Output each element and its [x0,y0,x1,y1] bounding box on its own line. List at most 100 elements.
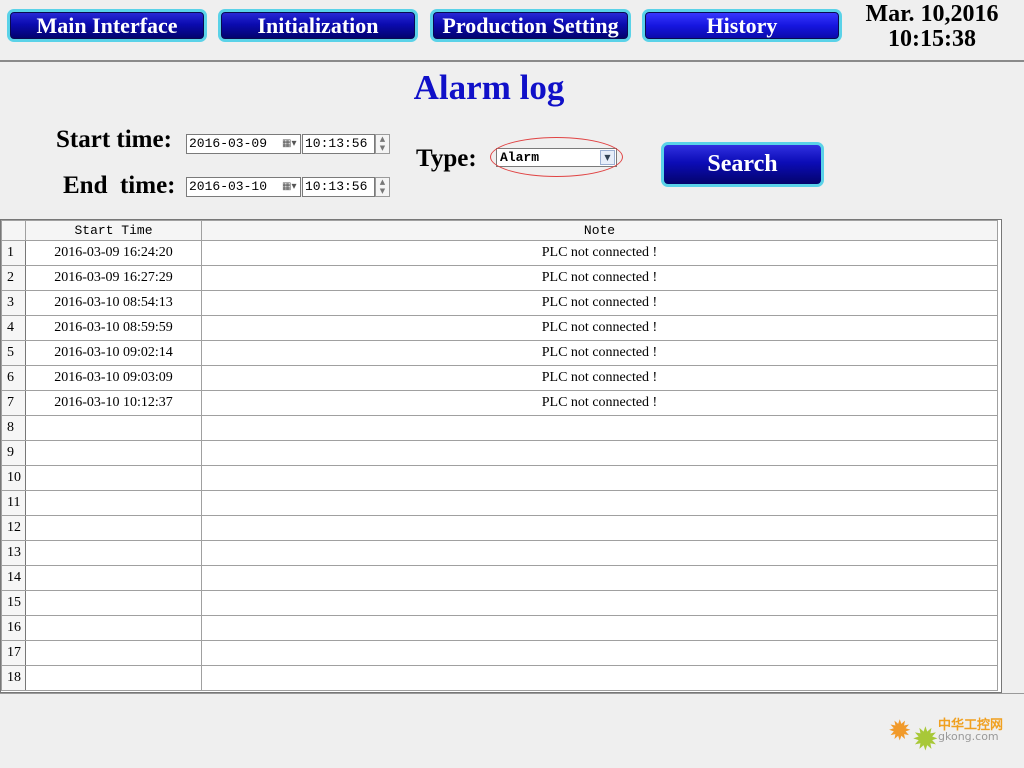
page-title: Alarm log [413,68,565,107]
start-time-cell [25,615,202,641]
note-cell: PLC not connected ! [201,240,998,266]
note-cell [201,540,998,566]
main-interface-button[interactable]: Main Interface [7,9,207,42]
start-time-cell [25,590,202,616]
row-index: 5 [1,340,26,366]
table-row[interactable]: 10 [1,465,998,491]
table-row[interactable]: 16 [1,615,998,641]
calendar-icon[interactable]: ▦▾ [282,137,298,151]
note-cell: PLC not connected ! [201,340,998,366]
end-time-value: 10:13:56 [305,179,368,194]
table-row[interactable]: 13 [1,540,998,566]
start-time-field[interactable]: 10:13:56 [302,134,375,154]
table-row[interactable]: 18 [1,665,998,691]
type-select[interactable]: Alarm ▼ [496,148,617,167]
start-time-label: Start time: [56,126,172,153]
row-index: 1 [1,240,26,266]
note-cell [201,665,998,691]
column-header-note[interactable]: Note [201,220,998,241]
alarm-table-grid: Start Time Note 1 2016-03-09 16:24:20 PLC … [1,220,998,691]
history-button[interactable]: History [642,9,842,42]
table-row[interactable]: 6 2016-03-10 09:03:09 PLC not connected ! [1,365,998,391]
table-header-row: Start Time Note [1,220,998,241]
end-time-spinner[interactable]: ▲ ▼ [375,177,390,197]
start-date-field[interactable]: 2016-03-09 ▦▾ [186,134,301,154]
row-index: 12 [1,515,26,541]
row-index: 2 [1,265,26,291]
row-index: 16 [1,615,26,641]
note-cell [201,465,998,491]
note-cell [201,640,998,666]
note-cell: PLC not connected ! [201,365,998,391]
end-time-field[interactable]: 10:13:56 [302,177,375,197]
row-index: 10 [1,465,26,491]
gear-icon: ✹ [888,714,912,747]
note-cell [201,615,998,641]
note-cell [201,515,998,541]
column-header-start-time[interactable]: Start Time [25,220,202,241]
start-time-cell: 2016-03-10 08:59:59 [25,315,202,341]
note-cell [201,565,998,591]
table-row[interactable]: 1 2016-03-09 16:24:20 PLC not connected ! [1,240,998,266]
table-row[interactable]: 9 [1,440,998,466]
note-cell: PLC not connected ! [201,265,998,291]
end-time-label: End time: [63,172,176,199]
start-time-value: 10:13:56 [305,136,368,151]
start-time-cell [25,490,202,516]
row-index: 13 [1,540,26,566]
start-time-spinner[interactable]: ▲ ▼ [375,134,390,154]
row-index: 8 [1,415,26,441]
table-row[interactable]: 8 [1,415,998,441]
start-time-cell: 2016-03-10 08:54:13 [25,290,202,316]
row-index: 14 [1,565,26,591]
row-index: 15 [1,590,26,616]
start-time-cell [25,640,202,666]
initialization-button[interactable]: Initialization [218,9,418,42]
start-time-cell [25,440,202,466]
note-cell: PLC not connected ! [201,315,998,341]
current-time: 10:15:38 [888,26,976,52]
table-row[interactable]: 15 [1,590,998,616]
spinner-down-icon[interactable]: ▼ [376,187,389,196]
row-index: 3 [1,290,26,316]
chevron-down-icon[interactable]: ▼ [600,150,615,165]
production-setting-button[interactable]: Production Setting [430,9,631,42]
table-row[interactable]: 5 2016-03-10 09:02:14 PLC not connected ! [1,340,998,366]
footer-divider [0,693,1024,694]
corner-cell [1,220,26,241]
spinner-up-icon[interactable]: ▲ [376,135,389,144]
end-date-value: 2016-03-10 [189,179,268,194]
table-body: 1 2016-03-09 16:24:20 PLC not connected ! 2… [1,240,998,691]
calendar-icon[interactable]: ▦▾ [282,180,298,194]
table-row[interactable]: 4 2016-03-10 08:59:59 PLC not connected ! [1,315,998,341]
type-label: Type: [416,145,477,172]
current-date: Mar. 10,2016 [865,1,999,27]
end-date-field[interactable]: 2016-03-10 ▦▾ [186,177,301,197]
start-time-cell: 2016-03-10 09:02:14 [25,340,202,366]
note-cell: PLC not connected ! [201,290,998,316]
alarm-table[interactable]: Start Time Note 1 2016-03-09 16:24:20 PLC … [0,219,1002,693]
start-time-cell: 2016-03-10 09:03:09 [25,365,202,391]
top-bar: Main Interface Initialization Production… [0,0,1024,62]
start-date-value: 2016-03-09 [189,136,268,151]
table-row[interactable]: 12 [1,515,998,541]
table-row[interactable]: 11 [1,490,998,516]
table-row[interactable]: 7 2016-03-10 10:12:37 PLC not connected ! [1,390,998,416]
row-index: 6 [1,365,26,391]
table-row[interactable]: 2 2016-03-09 16:27:29 PLC not connected ! [1,265,998,291]
table-row[interactable]: 17 [1,640,998,666]
search-button[interactable]: Search [661,142,824,187]
row-index: 18 [1,665,26,691]
row-index: 4 [1,315,26,341]
note-cell [201,590,998,616]
table-row[interactable]: 14 [1,565,998,591]
table-row[interactable]: 3 2016-03-10 08:54:13 PLC not connected ! [1,290,998,316]
gear-icon: ✹ [912,720,939,758]
type-select-value: Alarm [500,150,540,165]
spinner-up-icon[interactable]: ▲ [376,178,389,187]
start-time-cell [25,415,202,441]
start-time-cell: 2016-03-09 16:27:29 [25,265,202,291]
spinner-down-icon[interactable]: ▼ [376,144,389,153]
current-datetime: Mar. 10,2016 10:15:38 [848,2,1016,52]
row-index: 9 [1,440,26,466]
